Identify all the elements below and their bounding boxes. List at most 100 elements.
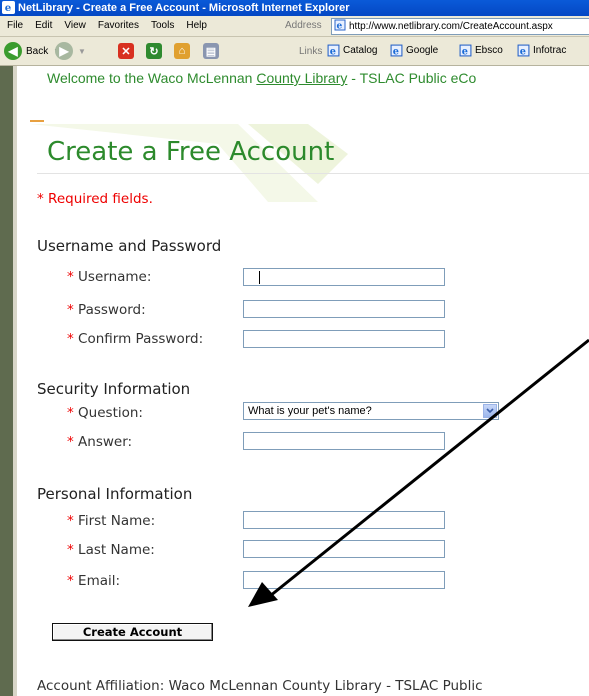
confirm-password-field[interactable] — [243, 330, 445, 348]
refresh-icon: ↻ — [146, 43, 162, 59]
back-button[interactable]: ◀ Back ▼ — [4, 41, 61, 61]
create-account-button[interactable]: Create Account — [52, 623, 213, 641]
answer-label: * Answer: — [67, 433, 132, 451]
print-icon: ▤ — [203, 43, 219, 59]
svg-text:e: e — [393, 46, 399, 57]
print-button[interactable]: ▤ — [203, 41, 219, 61]
link-label: Google — [406, 45, 439, 56]
section-personal-heading: Personal Information — [37, 485, 193, 503]
link-label: Catalog — [343, 45, 378, 56]
menu-bar: File Edit View Favorites Tools Help Address e… — [0, 16, 589, 37]
chevron-down-icon: ▼ — [78, 46, 86, 56]
username-label-text: Username: — [78, 269, 152, 285]
question-label: * Question: — [67, 404, 143, 422]
page-icon: e — [334, 19, 346, 31]
link-label: Ebsco — [475, 45, 503, 56]
required-asterisk: * — [67, 405, 74, 421]
address-label: Address — [285, 20, 322, 31]
svg-text:e: e — [337, 22, 343, 32]
window-title: NetLibrary - Create a Free Account - Mic… — [18, 2, 350, 14]
link-infotrac[interactable]: e Infotrac — [517, 44, 566, 57]
text-caret — [259, 271, 260, 284]
confirm-password-label-text: Confirm Password: — [78, 331, 204, 347]
security-question-select[interactable]: What is your pet's name? — [243, 402, 499, 420]
link-catalog[interactable]: e Catalog — [327, 44, 377, 57]
last-name-label-text: Last Name: — [78, 542, 155, 558]
link-google[interactable]: e Google — [390, 44, 438, 57]
question-label-text: Question: — [78, 405, 143, 421]
first-name-label: * First Name: — [67, 512, 155, 530]
left-frame-border — [0, 66, 17, 696]
browser-toolbar: ◀ Back ▼ ▶ ▼ ✕ ↻ ⌂ ▤ Links e Catalog e Goo… — [0, 37, 589, 66]
email-label-text: Email: — [78, 573, 121, 589]
first-name-field[interactable] — [243, 511, 445, 529]
required-asterisk: * — [67, 542, 74, 558]
address-bar[interactable]: e http://www.netlibrary.com/CreateAccount… — [331, 18, 589, 35]
forward-arrow-icon: ▶ — [55, 42, 73, 60]
svg-text:e: e — [520, 46, 526, 57]
password-label-text: Password: — [78, 302, 146, 318]
first-name-label-text: First Name: — [78, 513, 156, 529]
required-asterisk: * — [37, 191, 44, 207]
email-field[interactable] — [243, 571, 445, 589]
required-asterisk: * — [67, 513, 74, 529]
affiliation-value: Waco McLennan County Library - TSLAC Pub… — [168, 678, 483, 694]
stop-button[interactable]: ✕ — [118, 41, 134, 61]
menu-edit[interactable]: Edit — [35, 16, 52, 36]
password-label: * Password: — [67, 301, 146, 319]
page-icon: e — [327, 44, 340, 57]
welcome-text: Welcome to the Waco McLennan — [47, 71, 257, 86]
home-button[interactable]: ⌂ — [174, 41, 190, 61]
last-name-field[interactable] — [243, 540, 445, 558]
page-icon: e — [459, 44, 472, 57]
menu-file[interactable]: File — [7, 16, 23, 36]
required-text: Required fields. — [48, 191, 153, 207]
section-credentials-heading: Username and Password — [37, 237, 222, 255]
answer-label-text: Answer: — [78, 434, 133, 450]
page-title: Create a Free Account — [47, 137, 335, 167]
ie-icon: e — [2, 1, 15, 14]
required-asterisk: * — [67, 434, 74, 450]
menu-view[interactable]: View — [64, 16, 86, 36]
username-field[interactable] — [243, 268, 445, 286]
title-divider — [37, 173, 589, 174]
window-title-bar: e NetLibrary - Create a Free Account - Mi… — [0, 0, 589, 16]
answer-field[interactable] — [243, 432, 445, 450]
welcome-text-suffix: - TSLAC Public eCo — [347, 71, 477, 86]
home-icon: ⌂ — [174, 43, 190, 59]
required-asterisk: * — [67, 269, 74, 285]
back-label: Back — [26, 45, 49, 57]
email-label: * Email: — [67, 572, 120, 590]
menu-help[interactable]: Help — [186, 16, 207, 36]
stop-icon: ✕ — [118, 43, 134, 59]
link-ebsco[interactable]: e Ebsco — [459, 44, 503, 57]
required-asterisk: * — [67, 573, 74, 589]
password-field[interactable] — [243, 300, 445, 318]
section-security-heading: Security Information — [37, 380, 191, 398]
welcome-banner: Welcome to the Waco McLennan County Libr… — [47, 71, 589, 87]
required-asterisk: * — [67, 302, 74, 318]
back-arrow-icon: ◀ — [4, 42, 22, 60]
chevron-down-icon[interactable] — [483, 404, 497, 418]
svg-text:e: e — [462, 46, 468, 57]
library-link[interactable]: County Library — [256, 71, 347, 86]
refresh-button[interactable]: ↻ — [146, 41, 162, 61]
last-name-label: * Last Name: — [67, 541, 155, 559]
account-affiliation: Account Affiliation: Waco McLennan Count… — [37, 677, 483, 695]
affiliation-label: Account Affiliation: — [37, 678, 165, 694]
page-icon: e — [390, 44, 403, 57]
page-icon: e — [517, 44, 530, 57]
link-label: Infotrac — [533, 45, 567, 56]
forward-button[interactable]: ▶ ▼ — [55, 41, 86, 61]
svg-text:e: e — [330, 46, 336, 57]
links-label: Links — [299, 46, 323, 57]
svg-text:e: e — [5, 2, 12, 14]
menu-tools[interactable]: Tools — [151, 16, 174, 36]
confirm-password-label: * Confirm Password: — [67, 330, 203, 348]
username-label: * Username: — [67, 268, 151, 286]
security-question-value: What is your pet's name? — [248, 405, 372, 417]
required-asterisk: * — [67, 331, 74, 347]
address-url: http://www.netlibrary.com/CreateAccount.… — [349, 21, 553, 32]
required-note: * Required fields. — [37, 190, 153, 208]
menu-favorites[interactable]: Favorites — [98, 16, 139, 36]
